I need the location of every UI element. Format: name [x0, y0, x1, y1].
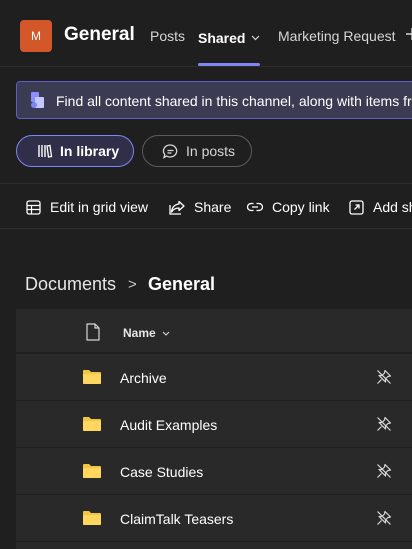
unpin-icon[interactable] [376, 510, 392, 526]
grid-icon [26, 199, 41, 215]
tab-posts[interactable]: Posts [150, 28, 185, 44]
shared-files-icon [31, 92, 44, 108]
name-column-label: Name [123, 326, 156, 340]
open-external-icon [349, 199, 364, 215]
tab-marketing-request[interactable]: Marketing Request [278, 28, 396, 44]
breadcrumb-current: General [148, 274, 216, 294]
folder-icon [83, 417, 101, 431]
copy-link-button[interactable]: Copy link [247, 197, 330, 217]
unpin-icon[interactable] [376, 369, 392, 385]
tab-posts-label: Posts [150, 28, 186, 44]
name-column-header[interactable]: Name [123, 325, 170, 340]
in-posts-toggle[interactable]: In posts [142, 135, 252, 167]
chevron-down-icon [162, 325, 170, 339]
divider [0, 228, 412, 229]
tab-shared-label: Shared [198, 30, 246, 46]
team-avatar[interactable]: M [20, 20, 52, 52]
add-shortcut-label: Add sh [373, 199, 412, 215]
add-shortcut-button[interactable]: Add sh [349, 197, 412, 217]
in-library-label: In library [60, 143, 120, 159]
table-row[interactable]: Archive [16, 354, 412, 401]
folder-icon [83, 464, 101, 478]
unpin-icon[interactable] [376, 463, 392, 479]
banner-text: Find all content shared in this channel,… [56, 93, 412, 109]
divider [0, 183, 412, 184]
documents-table: Name Archive Audit Examples Case Studies… [16, 309, 412, 549]
link-icon [247, 202, 263, 212]
folder-name[interactable]: Audit Examples [120, 417, 217, 433]
tab-marketing-label: Marketing Request [278, 28, 396, 44]
edit-in-grid-view-button[interactable]: Edit in grid view [26, 197, 148, 217]
share-label: Share [194, 199, 232, 215]
folder-icon [83, 511, 101, 525]
file-type-icon[interactable] [86, 323, 100, 341]
info-banner: Find all content shared in this channel,… [16, 81, 412, 119]
tab-shared[interactable]: Shared [198, 28, 260, 46]
chat-bubble-icon [162, 143, 178, 159]
share-icon [169, 200, 185, 215]
add-tab-icon[interactable] [405, 27, 412, 41]
table-header: Name [16, 309, 412, 354]
table-row[interactable]: Case Studies [16, 448, 412, 495]
folder-name[interactable]: Case Studies [120, 464, 203, 480]
breadcrumb-separator: > [128, 276, 137, 293]
chevron-down-icon [251, 28, 260, 44]
channel-title: General [64, 24, 135, 45]
table-row[interactable]: ClaimTalk Teasers [16, 495, 412, 542]
unpin-icon[interactable] [376, 416, 392, 432]
folder-icon [83, 370, 101, 384]
library-icon [38, 144, 53, 158]
active-tab-indicator [198, 63, 260, 66]
breadcrumb-documents[interactable]: Documents [25, 274, 116, 295]
share-button[interactable]: Share [169, 197, 231, 217]
copy-link-label: Copy link [272, 199, 330, 215]
edit-in-grid-view-label: Edit in grid view [50, 199, 149, 215]
channel-header: M General Posts Shared Marketing Request [0, 0, 412, 67]
in-posts-label: In posts [186, 143, 236, 159]
in-library-toggle[interactable]: In library [16, 135, 134, 167]
folder-name[interactable]: Archive [120, 370, 167, 386]
table-row[interactable]: Audit Examples [16, 401, 412, 448]
folder-name[interactable]: ClaimTalk Teasers [120, 511, 233, 527]
